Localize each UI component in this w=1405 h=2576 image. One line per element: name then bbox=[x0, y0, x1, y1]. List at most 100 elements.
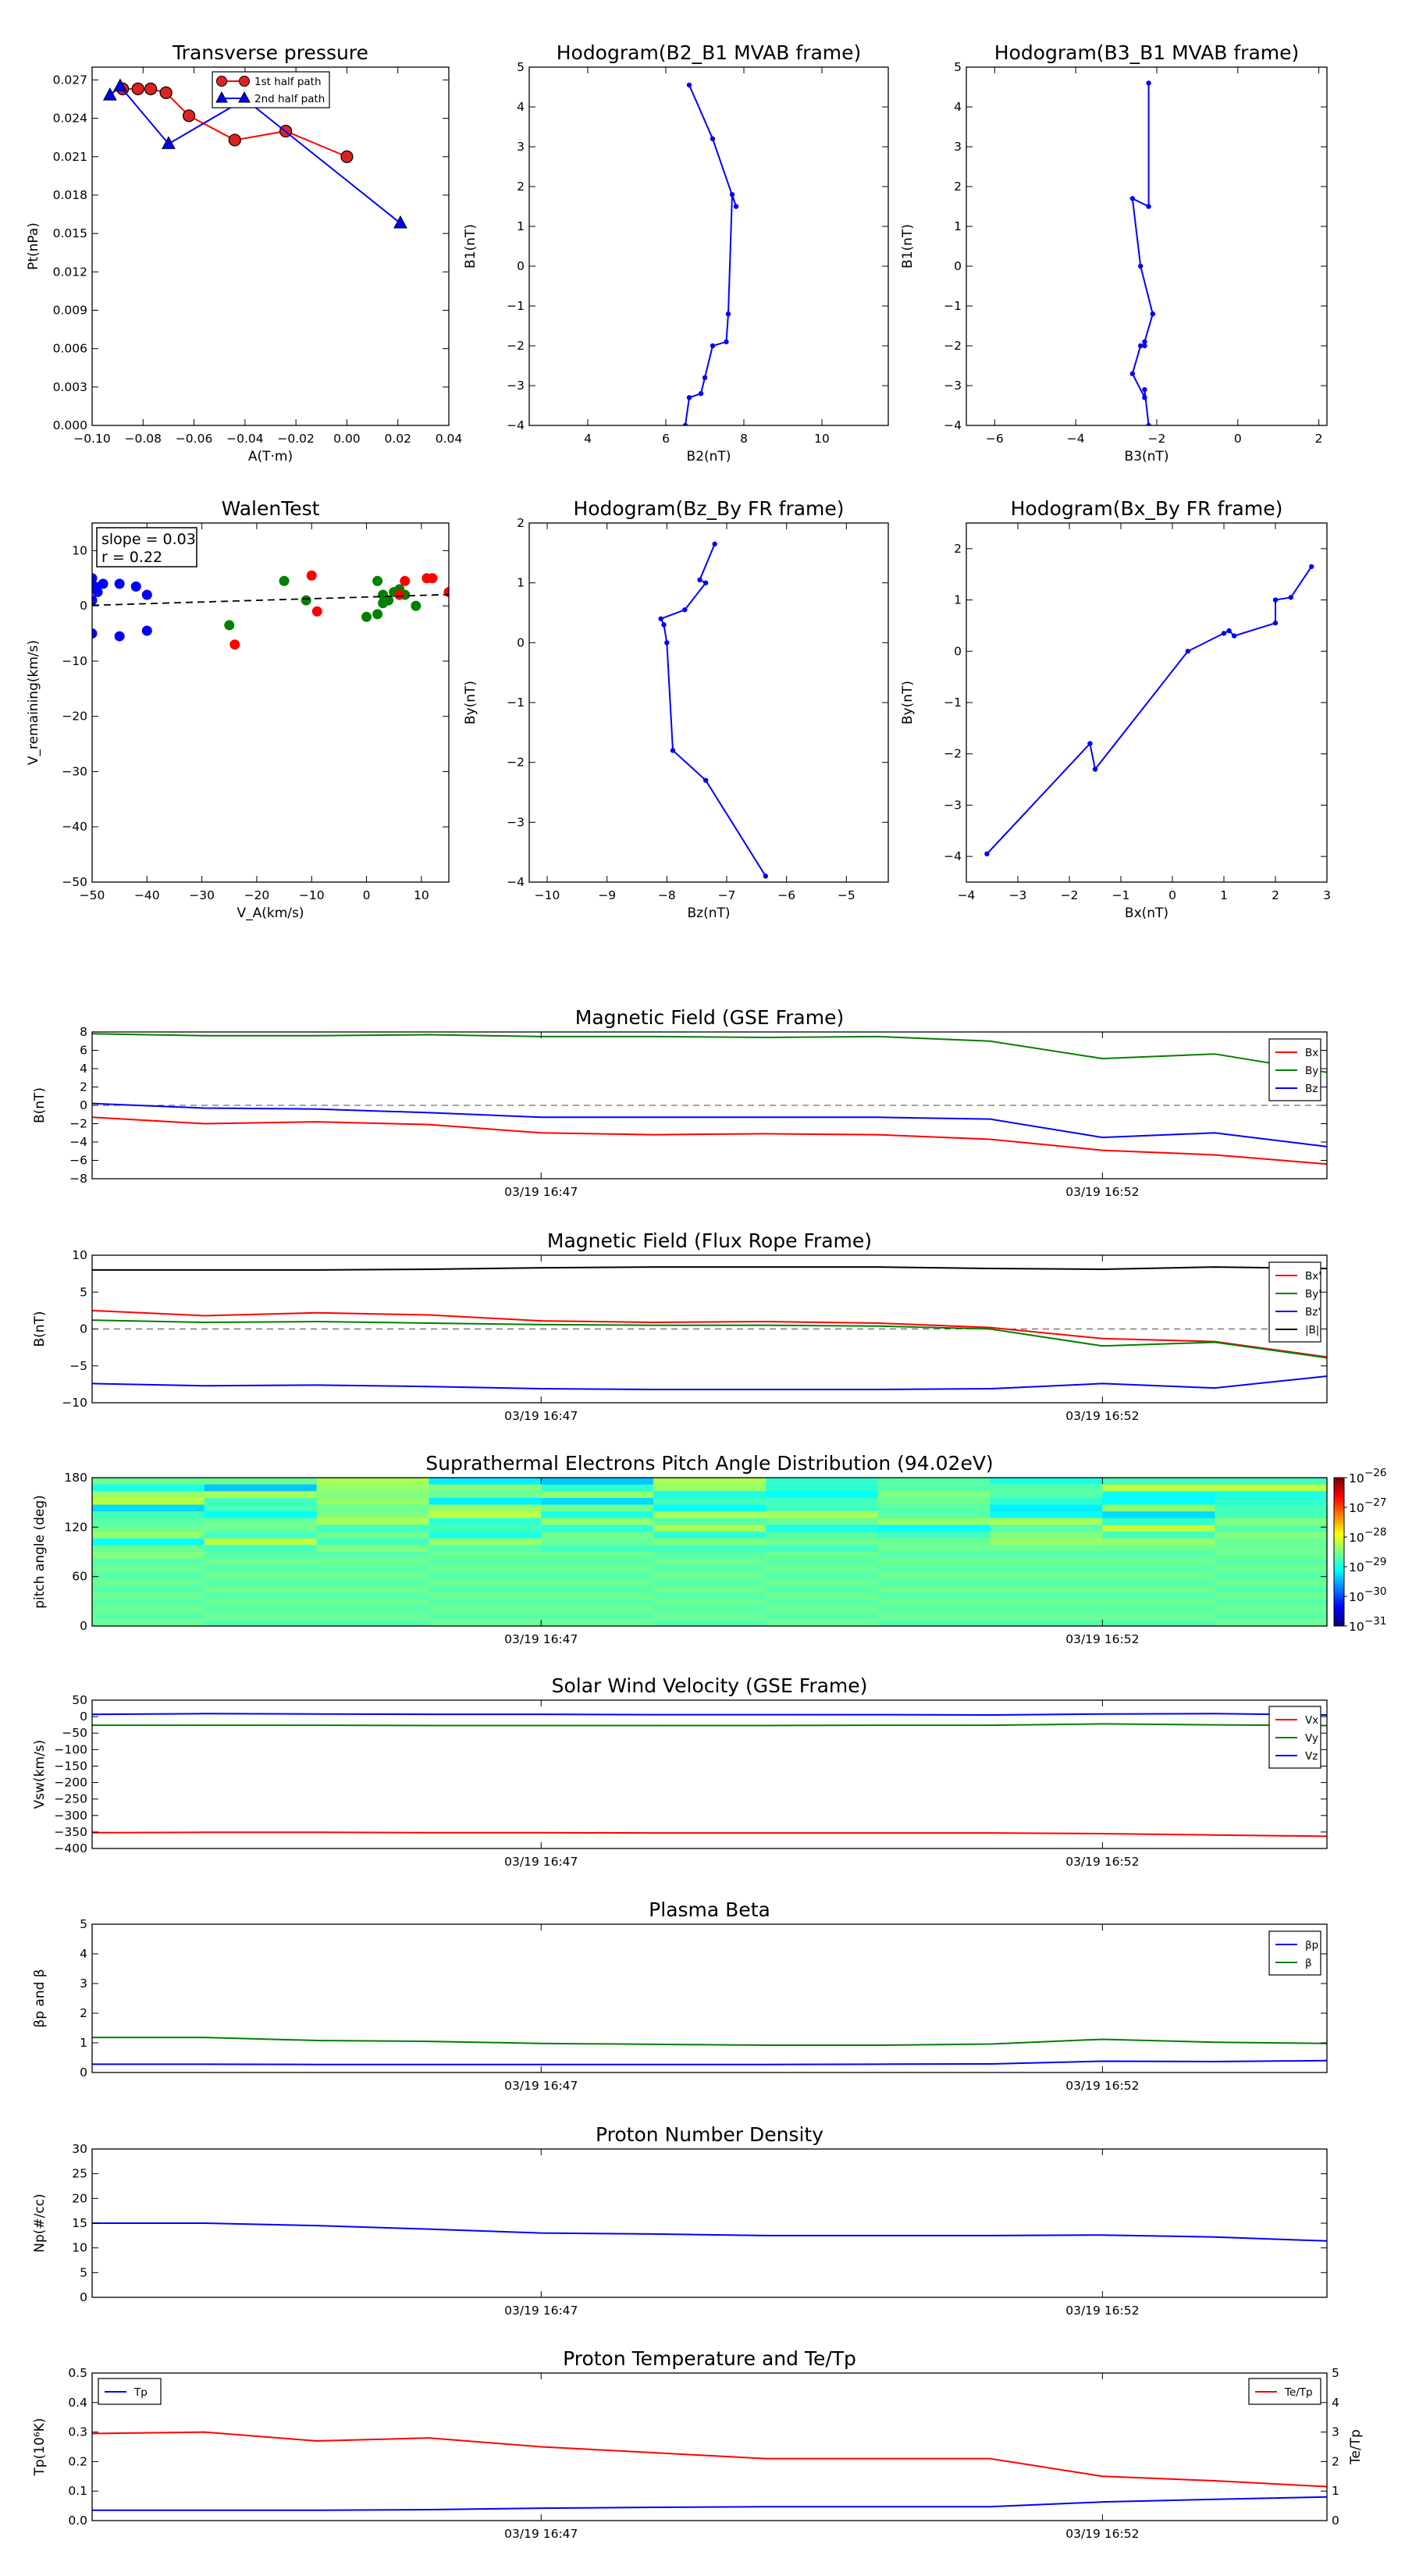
x-tick-label: −0.10 bbox=[73, 432, 111, 446]
y-tick-label: 5 bbox=[80, 2265, 87, 2279]
heatmap-cell bbox=[765, 1571, 879, 1580]
panel-title: Plasma Beta bbox=[649, 1898, 770, 1921]
y-tick-label: 5 bbox=[80, 1917, 87, 1931]
heatmap-cell bbox=[204, 1545, 318, 1553]
heatmap-cell bbox=[1102, 1578, 1215, 1586]
heatmap-cell bbox=[92, 1558, 205, 1566]
x-tick-label: −40 bbox=[134, 888, 160, 902]
x-tick-label: 03/19 16:52 bbox=[1065, 2527, 1139, 2541]
panel-title: Hodogram(B2_B1 MVAB frame) bbox=[557, 41, 862, 64]
colorbar-exponent: −29 bbox=[1364, 1556, 1387, 1568]
heatmap-cell bbox=[1215, 1552, 1328, 1560]
right-tick-label: 5 bbox=[1332, 2366, 1339, 2380]
heatmap-cell bbox=[653, 1491, 767, 1499]
heatmap-cell bbox=[1215, 1599, 1328, 1606]
legend-label: Te/Tp bbox=[1284, 2386, 1313, 2399]
heatmap-cell bbox=[541, 1525, 654, 1532]
heatmap-cell bbox=[653, 1599, 767, 1606]
heatmap-cell bbox=[1215, 1525, 1328, 1532]
heatmap-cell bbox=[990, 1612, 1103, 1620]
annotation-r: r = 0.22 bbox=[101, 549, 162, 566]
heatmap-cell bbox=[765, 1552, 879, 1560]
heatmap-cell bbox=[653, 1504, 767, 1512]
heatmap-cell bbox=[765, 1578, 879, 1586]
y-tick-label: 0 bbox=[80, 599, 87, 613]
y-axis-label: By(nT) bbox=[463, 681, 478, 724]
x-tick-label: −3 bbox=[1009, 888, 1027, 902]
heatmap-cell bbox=[429, 1491, 542, 1499]
data-point bbox=[1226, 628, 1232, 634]
heatmap-cell bbox=[1215, 1497, 1328, 1506]
colorbar-exponent: −26 bbox=[1364, 1467, 1387, 1479]
y-tick-label: 0.000 bbox=[53, 418, 87, 432]
y-tick-label: 0.018 bbox=[53, 188, 87, 202]
y-tick-label: −150 bbox=[54, 1759, 87, 1773]
y-tick-label: 5 bbox=[517, 60, 525, 74]
y-tick-label: 2 bbox=[954, 542, 962, 556]
legend: Tp bbox=[98, 2378, 162, 2405]
heatmap-cell bbox=[316, 1585, 430, 1593]
series-line bbox=[1131, 83, 1154, 425]
data-point bbox=[393, 215, 407, 229]
y-axis-label: βp and β bbox=[32, 1969, 48, 2027]
heatmap-cell bbox=[990, 1497, 1103, 1506]
x-tick-label: 03/19 16:47 bbox=[504, 1409, 578, 1423]
heatmap-cell bbox=[316, 1565, 430, 1573]
x-axis-label: A(T·m) bbox=[248, 449, 293, 464]
heatmap-cell bbox=[541, 1511, 654, 1519]
y-tick-label: 0.4 bbox=[68, 2396, 87, 2410]
annotation-slope: slope = 0.03 bbox=[101, 531, 196, 548]
heatmap-cell bbox=[204, 1592, 318, 1600]
heatmap-cell bbox=[1102, 1552, 1215, 1560]
colorbar-segment bbox=[1334, 1591, 1344, 1595]
plot-frame bbox=[91, 1923, 1328, 2073]
y-tick-label: 0 bbox=[80, 1619, 87, 1633]
x-tick-label: 0 bbox=[1168, 888, 1176, 902]
heatmap-cell bbox=[541, 1612, 654, 1620]
colorbar-segment bbox=[1334, 1500, 1344, 1503]
y-tick-label: 2 bbox=[80, 1080, 87, 1094]
data-point bbox=[182, 109, 196, 123]
heatmap-cell bbox=[204, 1497, 318, 1506]
data-point bbox=[378, 598, 389, 609]
y-tick-label: −1 bbox=[944, 299, 962, 313]
legend-label: Vy bbox=[1305, 1732, 1318, 1745]
y-tick-label: 10 bbox=[72, 1248, 87, 1262]
heatmap-cell bbox=[990, 1538, 1103, 1546]
heatmap-cell bbox=[541, 1585, 654, 1593]
colorbar-segment bbox=[1334, 1569, 1344, 1572]
data-point bbox=[702, 375, 708, 380]
heatmap-cell bbox=[541, 1478, 654, 1485]
y-tick-label: −50 bbox=[62, 1726, 87, 1740]
walen-panel: −50 −40 −30 −20 −10 0 10 −50 −40 −30 −20 −10 0 10 Wale… bbox=[26, 497, 450, 921]
heatmap-cell bbox=[765, 1599, 879, 1606]
heatmap-cell bbox=[1102, 1565, 1215, 1573]
y-tick-label: 0 bbox=[517, 259, 525, 273]
heatmap-cell bbox=[429, 1619, 542, 1627]
heatmap-cell bbox=[429, 1538, 542, 1546]
colorbar-segment bbox=[1334, 1599, 1344, 1602]
data-point bbox=[1129, 196, 1136, 201]
data-point bbox=[658, 616, 663, 621]
heatmap-cell bbox=[653, 1571, 767, 1580]
y-tick-label: 2 bbox=[80, 2006, 87, 2020]
heatmap-cell bbox=[990, 1571, 1103, 1580]
heatmap-cell bbox=[1102, 1497, 1215, 1506]
heatmap-cell bbox=[316, 1592, 430, 1600]
heatmap-cell bbox=[653, 1517, 767, 1526]
x-tick-label: 03/19 16:47 bbox=[504, 2079, 578, 2093]
heatmap-cell bbox=[1102, 1619, 1215, 1627]
heatmap-cell bbox=[204, 1525, 318, 1532]
x-tick-label: 1 bbox=[1220, 888, 1228, 902]
heatmap-cell bbox=[1215, 1532, 1328, 1539]
y-tick-label: 0.0 bbox=[68, 2514, 87, 2528]
heatmap-cell bbox=[204, 1558, 318, 1566]
data-point bbox=[394, 589, 405, 600]
panel-title: Proton Number Density bbox=[596, 2123, 823, 2146]
data-point bbox=[1138, 343, 1144, 349]
colorbar-segment bbox=[1334, 1567, 1344, 1570]
y-tick-label: 4 bbox=[80, 1947, 87, 1961]
x-tick-label: 03/19 16:52 bbox=[1065, 2079, 1139, 2093]
x-tick-label: 6 bbox=[662, 432, 670, 446]
panel-title: Magnetic Field (Flux Rope Frame) bbox=[547, 1229, 872, 1252]
